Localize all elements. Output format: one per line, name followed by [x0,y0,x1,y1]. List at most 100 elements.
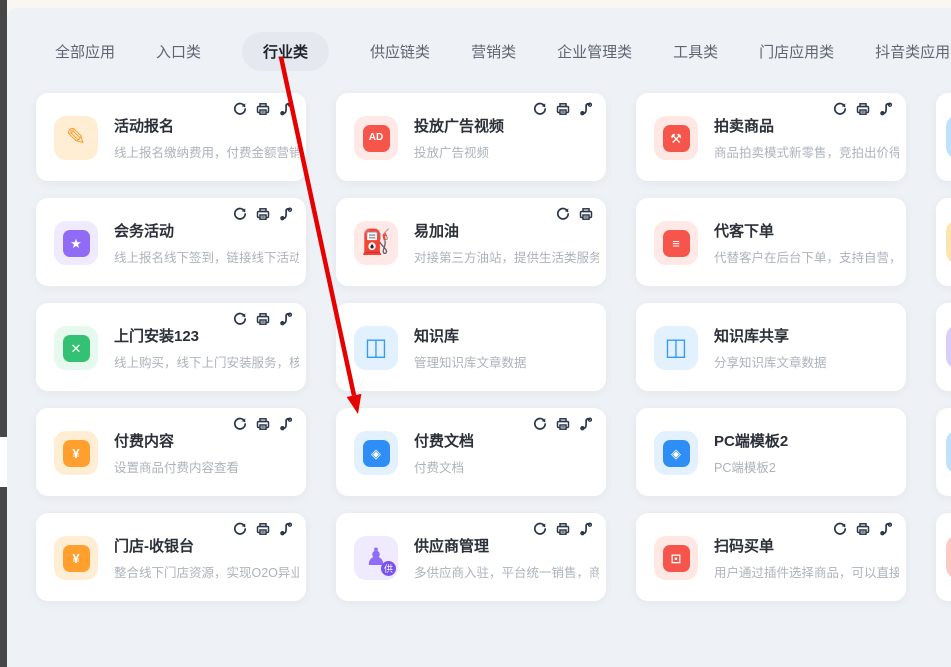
link-icon[interactable] [879,522,893,536]
app-name: 活动报名 [114,115,299,136]
app-card-上门安装123[interactable]: ✕上门安装123线上购买，线下上门安装服务，核... [36,303,306,391]
sync-icon[interactable] [233,102,247,116]
app-card-付费内容[interactable]: ¥付费内容设置商品付费内容查看 [36,408,306,496]
app-icon-glyph: AD [363,125,390,152]
app-name: 门店-收银台 [114,535,299,556]
partial-app-icon [946,115,951,159]
app-description: 线上购买，线下上门安装服务，核... [114,352,299,371]
app-name: 扫码买单 [714,535,899,556]
printer-icon[interactable] [256,312,270,326]
link-icon[interactable] [579,102,593,116]
app-icon-glyph: ◫ [365,336,388,360]
app-name: 会务活动 [114,220,299,241]
card-body: ¥付费内容设置商品付费内容查看 [54,430,299,476]
sync-icon[interactable] [233,312,247,326]
sync-icon[interactable] [233,417,247,431]
app-card-PC端模板2[interactable]: ◈PC端模板2PC端模板2 [636,408,906,496]
sync-icon[interactable] [533,417,547,431]
app-card-会务活动[interactable]: ★ 会务活动线上报名线下签到，链接线下活动。 [36,198,306,286]
printer-icon[interactable] [856,102,870,116]
tab-8[interactable]: 门店应用类 [759,41,834,62]
tab-3[interactable]: 行业类 [242,32,329,71]
pen-icon: ✎ [54,116,98,160]
cube-doc-icon: ◈ [354,431,398,475]
sync-icon[interactable] [833,102,847,116]
app-card-partial[interactable] [936,303,951,391]
tab-4[interactable]: 供应链类 [370,41,430,62]
printer-icon[interactable] [856,522,870,536]
card-body: ≡代客下单代替客户在后台下单，支持自营，... [654,220,899,266]
printer-icon[interactable] [256,522,270,536]
tab-5[interactable]: 营销类 [471,41,516,62]
partial-app-icon [946,325,951,369]
app-name: 易加油 [414,220,599,241]
printer-icon[interactable] [556,102,570,116]
window-edge-left-bottom [0,487,7,667]
printer-icon[interactable] [256,207,270,221]
sync-icon[interactable] [233,522,247,536]
app-description: 分享知识库文章数据 [714,352,899,371]
supplier-person-icon: ♟供 [354,536,398,580]
tab-1[interactable]: 全部应用 [55,41,115,62]
link-icon[interactable] [279,207,293,221]
app-description: 整合线下门店资源，实现O2O异业... [114,562,299,581]
app-card-易加油[interactable]: ⛽易加油对接第三方油站，提供生活类服务。 [336,198,606,286]
app-card-partial[interactable] [936,93,951,181]
app-icon-glyph: ≡ [663,230,690,257]
tab-7[interactable]: 工具类 [673,41,718,62]
app-card-拍卖商品[interactable]: ⚒拍卖商品商品拍卖模式新零售，竞拍出价得... [636,93,906,181]
sync-icon[interactable] [233,207,247,221]
app-card-grid: ✎活动报名线上报名缴纳费用，付费金额营销...AD投放广告视频投放广告视频⚒拍卖… [36,93,951,601]
partial-app-icon [946,220,951,264]
app-card-投放广告视频[interactable]: AD投放广告视频投放广告视频 [336,93,606,181]
card-body: AD投放广告视频投放广告视频 [354,115,599,161]
tab-6[interactable]: 企业管理类 [557,41,632,62]
app-card-partial[interactable] [936,198,951,286]
clipboard-icon: ≡ [654,221,698,265]
app-card-活动报名[interactable]: ✎ 活动报名线上报名缴纳费用，付费金额营销... [36,93,306,181]
app-description: 线上报名缴纳费用，付费金额营销... [114,142,299,161]
link-icon[interactable] [279,312,293,326]
app-icon-glyph: ★ [63,230,90,257]
app-description: 设置商品付费内容查看 [114,457,299,476]
app-card-付费文档[interactable]: ◈付费文档付费文档 [336,408,606,496]
partial-app-icon [946,430,951,474]
link-icon[interactable] [879,102,893,116]
app-name: 投放广告视频 [414,115,599,136]
app-card-门店-收银台[interactable]: ¥门店-收银台整合线下门店资源，实现O2O异业... [36,513,306,601]
card-body: ✕上门安装123线上购买，线下上门安装服务，核... [54,325,299,371]
card-actions [233,522,293,536]
card-body: ★ 会务活动线上报名线下签到，链接线下活动。 [54,220,299,266]
app-icon-glyph: ◈ [663,440,690,467]
printer-icon[interactable] [256,102,270,116]
link-icon[interactable] [279,102,293,116]
app-card-扫码买单[interactable]: ⊡扫码买单用户通过插件选择商品，可以直接... [636,513,906,601]
sync-icon[interactable] [833,522,847,536]
app-name: 供应商管理 [414,535,599,556]
card-body: ⛽易加油对接第三方油站，提供生活类服务。 [354,220,599,266]
link-icon[interactable] [279,522,293,536]
printer-icon[interactable] [256,417,270,431]
app-name: PC端模板2 [714,430,899,451]
sync-icon[interactable] [556,207,570,221]
sync-icon[interactable] [533,102,547,116]
link-icon[interactable] [579,417,593,431]
app-card-供应商管理[interactable]: ♟供供应商管理多供应商入驻，平台统一销售，商... [336,513,606,601]
printer-icon[interactable] [556,522,570,536]
app-icon-glyph: ◈ [363,440,390,467]
link-icon[interactable] [279,417,293,431]
card-actions [556,207,593,221]
app-card-知识库[interactable]: ◫知识库管理知识库文章数据 [336,303,606,391]
fuel-pump-icon: ⛽ [354,221,398,265]
link-icon[interactable] [579,522,593,536]
app-card-partial[interactable] [936,408,951,496]
printer-icon[interactable] [556,417,570,431]
tab-9[interactable]: 抖音类应用 [875,41,950,62]
app-card-partial[interactable] [936,513,951,601]
app-card-知识库共享[interactable]: ◫知识库共享分享知识库文章数据 [636,303,906,391]
printer-icon[interactable] [579,207,593,221]
app-card-代客下单[interactable]: ≡代客下单代替客户在后台下单，支持自营，... [636,198,906,286]
app-description: 线上报名线下签到，链接线下活动。 [114,247,299,266]
sync-icon[interactable] [533,522,547,536]
tab-2[interactable]: 入口类 [156,41,201,62]
